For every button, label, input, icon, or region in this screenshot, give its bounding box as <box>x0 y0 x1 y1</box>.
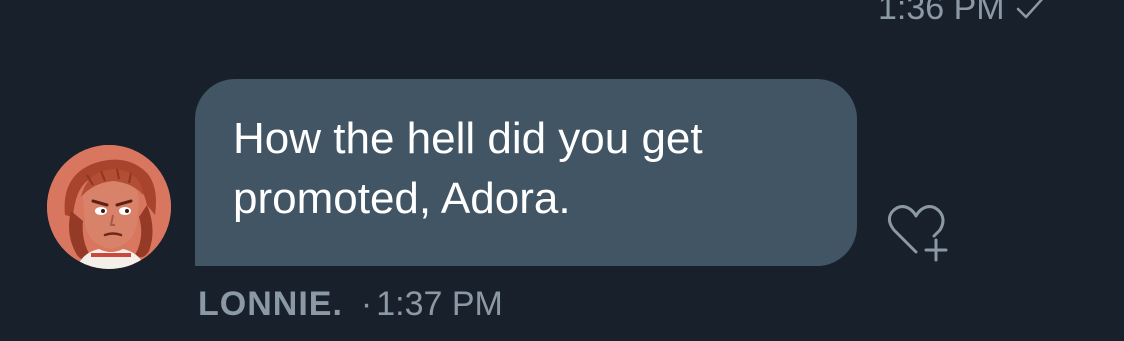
check-icon <box>1016 0 1043 19</box>
message-bubble[interactable]: How the hell did you get promoted, Adora… <box>195 79 857 266</box>
meta-separator: · <box>360 285 373 323</box>
message-text: How the hell did you get promoted, Adora… <box>233 114 703 223</box>
previous-message-timestamp: 1:36 PM <box>878 0 1005 27</box>
message-timestamp: 1:37 PM <box>376 285 503 323</box>
sender-name[interactable]: LONNIE. <box>198 284 343 324</box>
react-button[interactable] <box>882 200 952 262</box>
message-meta: LONNIE. · 1:37 PM <box>198 284 503 324</box>
avatar[interactable] <box>47 145 171 269</box>
heart-plus-icon <box>887 205 948 262</box>
previous-message-meta: 1:36 PM <box>878 0 1047 28</box>
